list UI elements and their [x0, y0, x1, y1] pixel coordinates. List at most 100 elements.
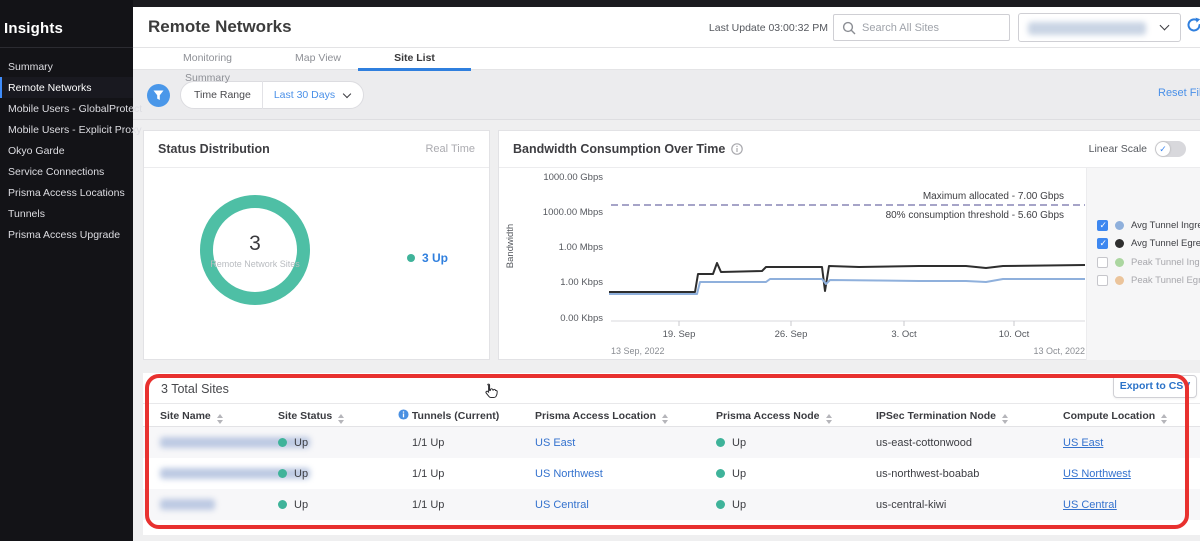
y-tick-3: 1.00 Kbps — [560, 277, 603, 288]
redacted-text — [160, 499, 215, 510]
column-header-pa-location[interactable]: Prisma Access Location — [535, 404, 668, 428]
table-row[interactable]: Up 1/1 Up US East Up us-east-cottonwood … — [143, 427, 1200, 458]
column-label: Tunnels (Current) — [412, 410, 499, 422]
node-status-text: Up — [732, 499, 746, 511]
sidebar-item-okyo-garde[interactable]: Okyo Garde — [0, 140, 133, 161]
status-dot — [716, 469, 725, 478]
column-header-site-status[interactable]: Site Status — [278, 404, 344, 428]
page-title: Remote Networks — [148, 17, 292, 37]
sort-icon[interactable] — [1002, 414, 1008, 424]
funnel-icon — [153, 90, 164, 101]
info-icon[interactable] — [731, 143, 743, 155]
tab-map-view[interactable]: Map View — [283, 48, 353, 70]
sort-icon[interactable] — [338, 414, 344, 424]
checkbox-checked-icon[interactable] — [1097, 238, 1108, 249]
tunnels-cell: 1/1 Up — [412, 427, 444, 458]
sidebar-title: Insights — [0, 0, 133, 47]
total-sites-label: 3 Total Sites — [161, 382, 229, 396]
pa-location-cell: US Central — [535, 489, 589, 520]
checkbox-unchecked-icon[interactable] — [1097, 257, 1108, 268]
x-tick-3: 10. Oct — [999, 329, 1030, 340]
y-tick-0: 1000.00 Gbps — [543, 172, 603, 183]
bandwidth-title-text: Bandwidth Consumption Over Time — [513, 142, 725, 156]
sidebar-item-mobile-users-globalprotect[interactable]: Mobile Users - GlobalProtect — [0, 98, 133, 119]
linear-scale-toggle[interactable] — [1155, 141, 1186, 157]
compute-location-link[interactable]: US Central — [1063, 499, 1117, 511]
x-tick-2: 3. Oct — [891, 329, 917, 340]
tunnels-text: 1/1 Up — [412, 437, 444, 449]
refresh-icon — [1186, 17, 1200, 33]
series-dot — [1115, 239, 1124, 248]
sidebar-item-prisma-access-locations[interactable]: Prisma Access Locations — [0, 182, 133, 203]
column-label: Prisma Access Node — [716, 410, 820, 422]
tunnels-cell: 1/1 Up — [412, 458, 444, 489]
y-tick-4: 0.00 Kbps — [560, 313, 603, 324]
search-icon — [842, 21, 856, 35]
x-tick-1: 26. Sep — [775, 329, 808, 340]
site-list-table-card: 3 Total Sites Export to CSV Site Name Si… — [143, 373, 1200, 535]
status-legend-up[interactable]: 3 Up — [407, 251, 448, 265]
filter-button[interactable] — [147, 84, 170, 107]
export-to-csv-button[interactable]: Export to CSV — [1113, 375, 1197, 398]
sort-icon[interactable] — [826, 414, 832, 424]
donut-label: Remote Network Sites — [210, 259, 300, 269]
tab-site-list[interactable]: Site List — [358, 48, 471, 70]
reset-filters-link[interactable]: Reset Filters — [1158, 87, 1200, 99]
site-name-redacted[interactable] — [160, 489, 215, 520]
compute-location-link[interactable]: US East — [1063, 437, 1103, 449]
divider — [262, 81, 263, 109]
filter-bar: Time Range Last 30 Days Reset Filters — [133, 70, 1200, 120]
search-input[interactable] — [862, 15, 1006, 40]
ipsec-node-text: us-central-kiwi — [876, 499, 946, 511]
legend-avg-tunnel-egress[interactable]: Avg Tunnel Egress — [1097, 238, 1200, 249]
ipsec-node-cell: us-central-kiwi — [876, 489, 946, 520]
column-header-ipsec-node[interactable]: IPSec Termination Node — [876, 404, 1008, 428]
sidebar-item-tunnels[interactable]: Tunnels — [0, 203, 133, 224]
page-header: Remote Networks Last Update 03:00:32 PM — [133, 7, 1200, 48]
pa-node-cell: Up — [716, 489, 746, 520]
sort-icon[interactable] — [217, 414, 223, 424]
account-selector[interactable] — [1018, 13, 1181, 42]
bandwidth-card-header: Bandwidth Consumption Over Time Linear S… — [499, 131, 1200, 168]
sidebar-item-mobile-users-explicit-proxy[interactable]: Mobile Users - Explicit Proxy — [0, 119, 133, 140]
checkbox-unchecked-icon[interactable] — [1097, 275, 1108, 286]
pa-location-link[interactable]: US Central — [535, 499, 589, 511]
column-header-compute-location[interactable]: Compute Location — [1063, 404, 1167, 428]
checkbox-checked-icon[interactable] — [1097, 220, 1108, 231]
chevron-down-icon — [343, 89, 351, 97]
sort-icon[interactable] — [1161, 414, 1167, 424]
sidebar-item-remote-networks[interactable]: Remote Networks — [0, 77, 133, 98]
app-window: Insights Summary Remote Networks Mobile … — [0, 0, 1200, 541]
compute-location-cell: US East — [1063, 427, 1103, 458]
sort-icon[interactable] — [662, 414, 668, 424]
bandwidth-card-title: Bandwidth Consumption Over Time — [513, 142, 743, 156]
pa-location-cell: US East — [535, 427, 575, 458]
last-update-text: Last Update 03:00:32 PM — [709, 22, 828, 34]
sidebar-item-service-connections[interactable]: Service Connections — [0, 161, 133, 182]
sidebar-item-summary[interactable]: Summary — [0, 56, 133, 77]
legend-peak-tunnel-ingress[interactable]: Peak Tunnel Ingress — [1097, 257, 1200, 268]
compute-location-cell: US Central — [1063, 489, 1117, 520]
table-row[interactable]: Up 1/1 Up US Central Up us-central-kiwi … — [143, 489, 1200, 520]
pa-location-link[interactable]: US Northwest — [535, 468, 603, 480]
max-allocated-label: Maximum allocated - 7.00 Gbps — [923, 191, 1064, 202]
site-search[interactable] — [833, 14, 1010, 41]
redacted-account-name — [1028, 22, 1146, 35]
linear-scale-label: Linear Scale — [1089, 143, 1147, 155]
status-text: Up — [294, 437, 308, 449]
refresh-button[interactable] — [1186, 17, 1200, 38]
column-header-site-name[interactable]: Site Name — [160, 404, 223, 428]
compute-location-link[interactable]: US Northwest — [1063, 468, 1131, 480]
time-range-value[interactable]: Last 30 Days — [274, 89, 335, 101]
node-status-text: Up — [732, 437, 746, 449]
legend-peak-tunnel-egress[interactable]: Peak Tunnel Egress — [1097, 275, 1200, 286]
sidebar-item-prisma-access-upgrade[interactable]: Prisma Access Upgrade — [0, 224, 133, 245]
column-header-pa-node[interactable]: Prisma Access Node — [716, 404, 832, 428]
legend-avg-tunnel-ingress[interactable]: Avg Tunnel Ingress — [1097, 220, 1200, 231]
status-card-header: Status Distribution Real Time — [144, 131, 489, 168]
column-header-tunnels[interactable]: Tunnels (Current) — [398, 404, 499, 428]
tab-monitoring-summary[interactable]: Monitoring Summary — [160, 48, 255, 70]
status-text: Up — [294, 468, 308, 480]
pa-location-link[interactable]: US East — [535, 437, 575, 449]
table-row[interactable]: Up 1/1 Up US Northwest Up us-northwest-b… — [143, 458, 1200, 489]
